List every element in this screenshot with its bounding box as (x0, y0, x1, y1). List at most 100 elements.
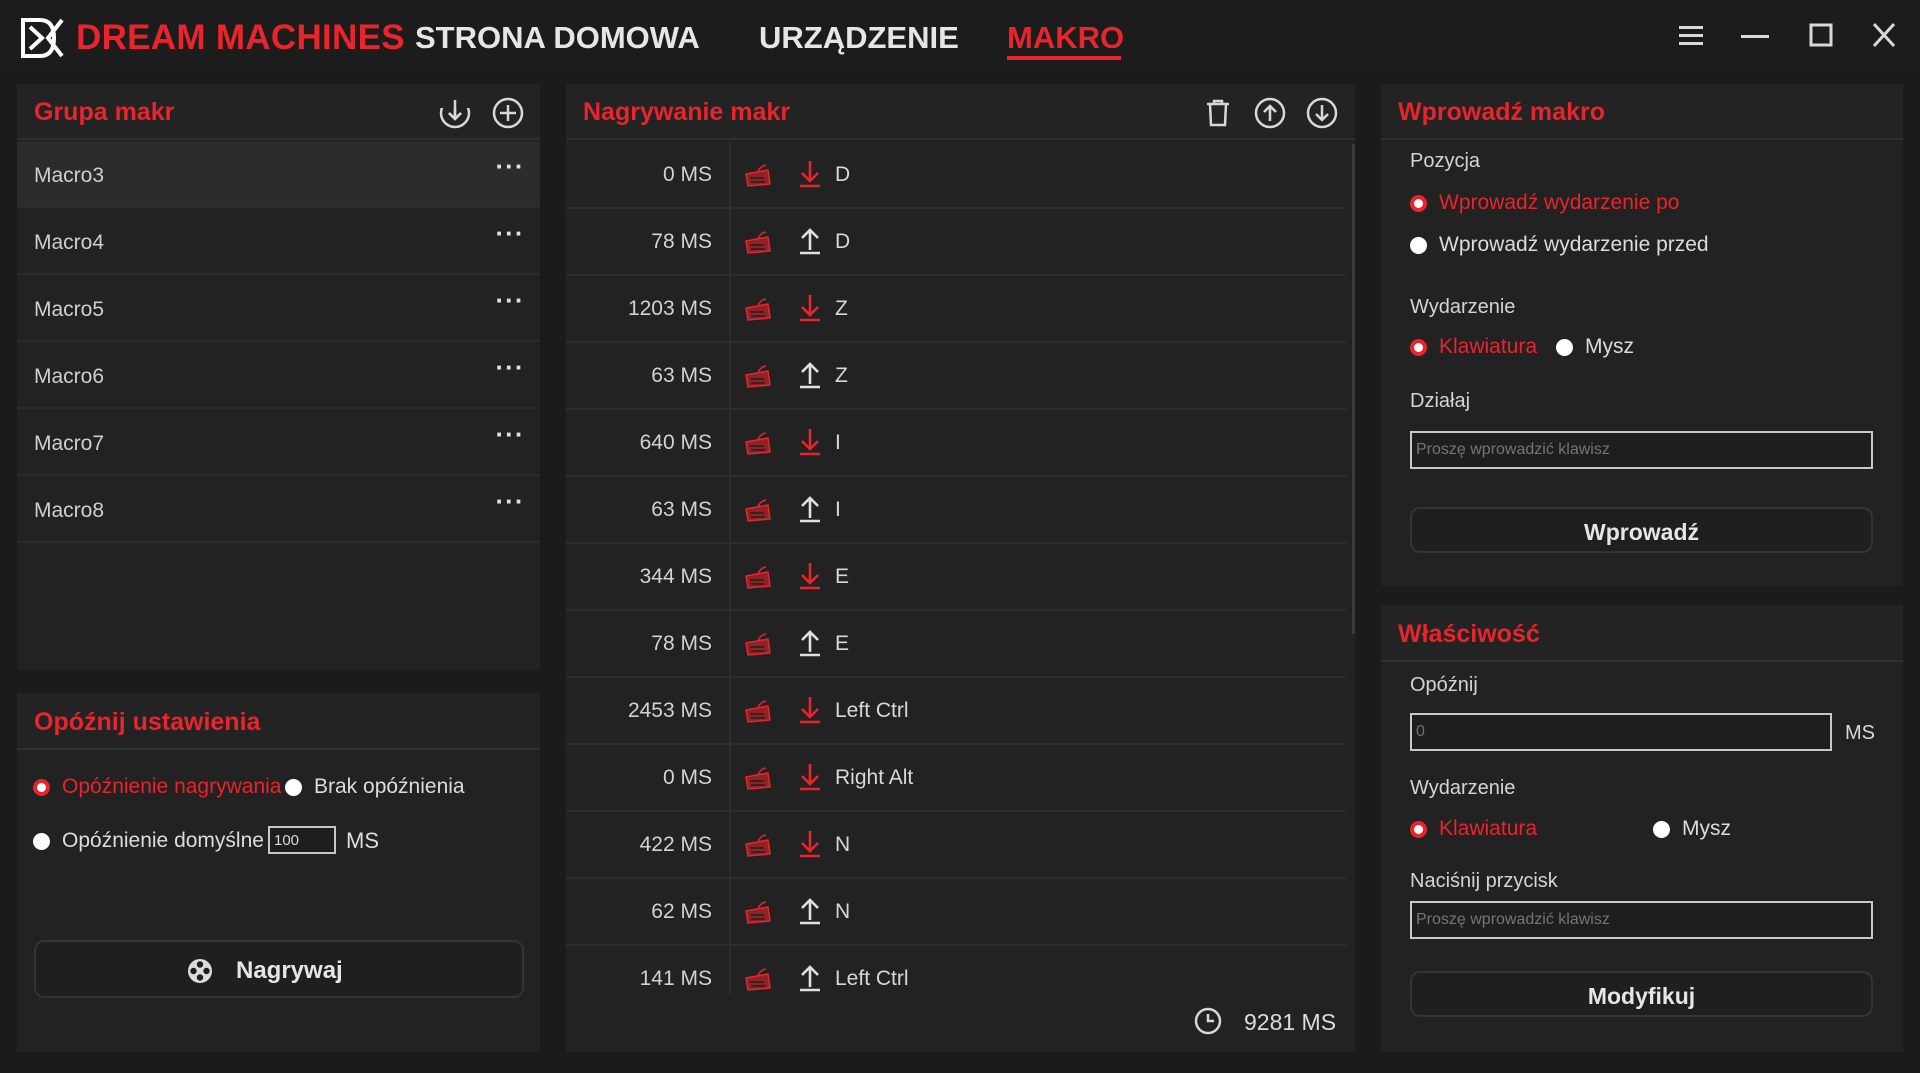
brand-name: DREAM MACHINES (76, 18, 405, 57)
keyboard-icon (742, 430, 774, 456)
tab-macro[interactable]: MAKRO (1007, 20, 1124, 56)
move-up-icon[interactable] (1253, 96, 1287, 130)
more-options-icon[interactable]: ··· (492, 220, 528, 253)
radio-dot (33, 832, 50, 850)
radio-dot (1653, 820, 1670, 838)
macro-group-title: Grupa makr (34, 98, 175, 126)
more-options-icon[interactable]: ··· (492, 153, 528, 186)
radio-property-keyboard[interactable]: Klawiatura (1410, 817, 1537, 841)
macro-name: Macro5 (34, 298, 105, 321)
move-down-icon[interactable] (1305, 96, 1339, 130)
event-delay: 62 MS (651, 900, 712, 923)
recording-event-row[interactable]: 0 MS D (566, 142, 1346, 209)
recording-event-row[interactable]: 2453 MS Left Ctrl (566, 678, 1346, 745)
recording-event-row[interactable]: 63 MS I (566, 477, 1346, 544)
menu-icon[interactable] (1671, 16, 1711, 56)
event-delay: 63 MS (651, 498, 712, 521)
more-options-icon[interactable]: ··· (492, 354, 528, 387)
more-options-icon[interactable]: ··· (492, 287, 528, 320)
insert-button[interactable]: Wprowadź (1410, 507, 1873, 553)
radio-insert-mouse[interactable]: Mysz (1556, 335, 1634, 359)
macro-list-item[interactable]: Macro6 ··· (17, 343, 540, 409)
event-delay: 63 MS (651, 364, 712, 387)
macro-list-item[interactable]: Macro7 ··· (17, 410, 540, 476)
logo-icon (21, 18, 64, 58)
event-delay: 640 MS (639, 431, 712, 454)
recording-event-row[interactable]: 344 MS E (566, 544, 1346, 611)
radio-property-keyboard-label: Klawiatura (1439, 817, 1538, 840)
recording-event-row[interactable]: 62 MS N (566, 879, 1346, 946)
key-down-icon (797, 762, 823, 792)
event-key: E (835, 565, 850, 588)
record-icon (188, 959, 212, 983)
radio-dot (1410, 236, 1427, 254)
delay-value-input[interactable] (1410, 713, 1832, 751)
macro-list-item[interactable]: Macro8 ··· (17, 477, 540, 543)
radio-insert-keyboard[interactable]: Klawiatura (1410, 335, 1537, 359)
event-delay: 1203 MS (627, 297, 712, 320)
trash-icon[interactable] (1201, 96, 1235, 130)
default-delay-input[interactable] (268, 826, 336, 854)
add-macro-icon[interactable] (491, 96, 525, 130)
recording-panel: Nagrywanie makr 0 MS D 78 MS D 1203 MS Z 63 MS… (566, 84, 1355, 1052)
action-key-input[interactable] (1410, 431, 1873, 469)
more-options-icon[interactable]: ··· (492, 421, 528, 454)
recording-event-row[interactable]: 640 MS I (566, 410, 1346, 477)
key-up-icon (797, 628, 823, 658)
keyboard-icon (742, 564, 774, 590)
recording-event-row[interactable]: 78 MS E (566, 611, 1346, 678)
recording-event-row[interactable]: 0 MS Right Alt (566, 745, 1346, 812)
event-delay: 0 MS (662, 766, 712, 789)
event-key: N (835, 900, 851, 923)
recording-event-row[interactable]: 78 MS D (566, 209, 1346, 276)
property-panel: Właściwość Opóźnij MS Wydarzenie Klawiat… (1381, 606, 1903, 1052)
macro-group-panel: Grupa makr Macro3 ··· Macro4 ··· Macro5 ··· Ma… (17, 84, 540, 670)
key-down-icon (797, 829, 823, 859)
recording-event-row[interactable]: 63 MS Z (566, 343, 1346, 410)
import-icon[interactable] (438, 96, 472, 130)
modify-button[interactable]: Modyfikuj (1410, 971, 1873, 1017)
event-key: I (835, 498, 841, 521)
macro-list-item[interactable]: Macro5 ··· (17, 276, 540, 342)
radio-insert-before[interactable]: Wprowadź wydarzenie przed (1410, 233, 1709, 257)
delay-unit: MS (1845, 722, 1875, 744)
maximize-icon[interactable] (1800, 16, 1840, 56)
tab-home[interactable]: STRONA DOMOWA (415, 20, 700, 56)
record-button[interactable]: Nagrywaj (34, 940, 524, 998)
radio-insert-after[interactable]: Wprowadź wydarzenie po (1410, 191, 1679, 215)
tab-device[interactable]: URZĄDZENIE (759, 20, 959, 56)
recording-event-row[interactable]: 141 MS Left Ctrl (566, 946, 1346, 994)
more-options-icon[interactable]: ··· (492, 488, 528, 521)
minimize-icon[interactable] (1735, 16, 1775, 56)
radio-no-delay-label: Brak opóźnienia (314, 775, 465, 798)
recording-list-viewport[interactable]: 0 MS D 78 MS D 1203 MS Z 63 MS Z 640 MS I 63 MS I 34… (566, 142, 1355, 994)
recording-event-row[interactable]: 422 MS N (566, 812, 1346, 879)
radio-property-mouse[interactable]: Mysz (1653, 817, 1731, 841)
event-key: D (835, 163, 851, 186)
property-title: Właściwość (1398, 620, 1540, 648)
radio-record-delay[interactable]: Opóźnienie nagrywania (33, 775, 281, 799)
radio-default-delay[interactable]: Opóźnienie domyślne (33, 829, 264, 853)
press-key-label: Naciśnij przycisk (1410, 870, 1558, 892)
keyboard-icon (742, 899, 774, 925)
key-down-icon (797, 293, 823, 323)
macro-list-item[interactable]: Macro4 ··· (17, 209, 540, 275)
event-key: D (835, 230, 851, 253)
keyboard-icon (742, 765, 774, 791)
event-delay: 422 MS (639, 833, 712, 856)
column-divider (729, 410, 731, 477)
press-key-input[interactable] (1410, 901, 1873, 939)
key-down-icon (797, 695, 823, 725)
recording-scrollbar[interactable] (1352, 144, 1355, 634)
recording-header: Nagrywanie makr (566, 84, 1355, 140)
insert-macro-header: Wprowadź makro (1381, 84, 1903, 140)
macro-name: Macro4 (34, 231, 105, 254)
key-down-icon (797, 427, 823, 457)
recording-event-row[interactable]: 1203 MS Z (566, 276, 1346, 343)
radio-dot (1556, 338, 1573, 356)
event-delay: 0 MS (662, 163, 712, 186)
radio-property-mouse-label: Mysz (1682, 817, 1731, 840)
close-icon[interactable] (1864, 16, 1904, 56)
radio-no-delay[interactable]: Brak opóźnienia (285, 775, 465, 799)
macro-list-item[interactable]: Macro3 ··· (17, 142, 540, 208)
